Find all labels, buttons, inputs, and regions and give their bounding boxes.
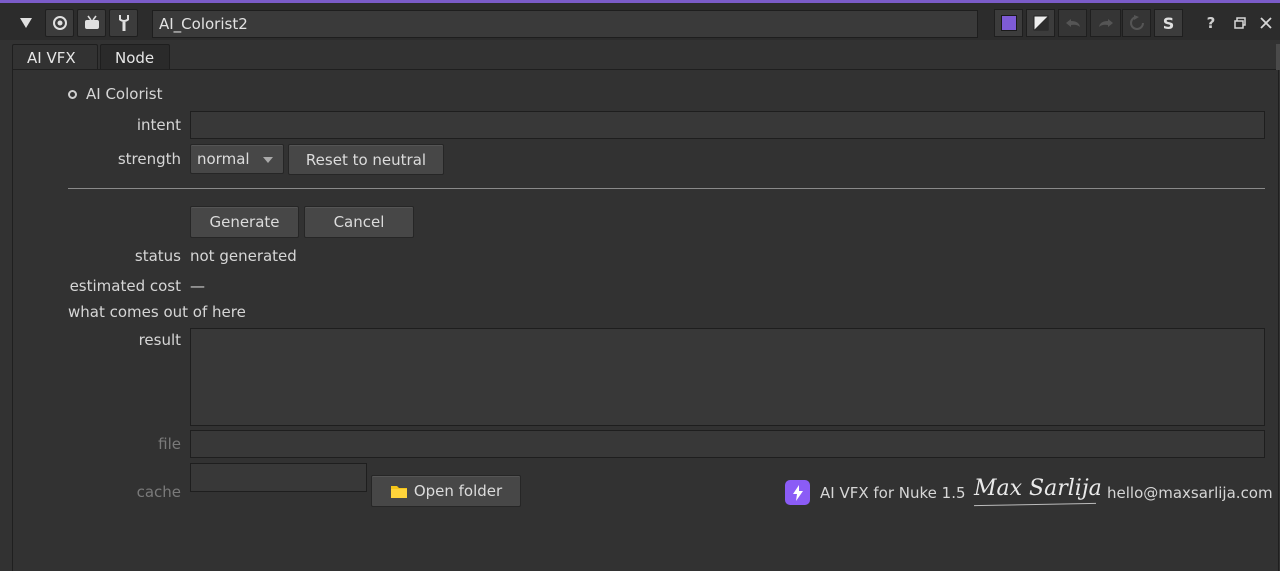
wrench-icon[interactable] [109,9,138,37]
gl-color-button[interactable] [1026,9,1055,37]
contact-email-link[interactable]: hello@maxsarlija.com [1107,484,1273,502]
intent-label: intent [136,116,181,134]
node-color-button[interactable] [994,9,1023,37]
lightning-icon [785,480,810,505]
tab-divider [12,69,1280,70]
status-label: status [134,247,181,265]
revert-button[interactable] [1122,9,1151,37]
redo-icon [1098,19,1113,27]
cache-label: cache [136,483,181,501]
product-name: AI VFX for Nuke 1.5 [820,484,966,502]
tab-node[interactable]: Node [100,44,170,70]
panel-border-left [12,70,13,571]
collapse-triangle-icon[interactable] [11,9,40,37]
file-label: file [158,435,181,453]
result-label: result [138,331,181,349]
strength-label: strength [117,150,181,168]
undo-icon [1065,19,1080,27]
tv-icon[interactable] [77,9,106,37]
script-button[interactable]: S [1154,9,1183,37]
strength-value: normal [197,150,250,168]
revert-icon [1129,15,1144,30]
folder-icon [390,485,407,498]
script-s-icon: S [1162,13,1175,33]
output-note: what comes out of here [68,303,246,321]
signature-underline [974,502,1096,507]
viewer-circle-icon[interactable] [45,9,74,37]
open-folder-button[interactable]: Open folder [371,475,521,507]
open-folder-label: Open folder [413,482,503,500]
section-divider [68,188,1265,189]
tab-ai-vfx[interactable]: AI VFX [12,44,98,70]
author-signature: Max Sarlija [974,476,1102,501]
scrollbar-handle[interactable] [1276,44,1280,70]
section-title: AI Colorist [86,85,163,103]
color-swatch-icon [1000,15,1017,31]
section-bullet-icon[interactable] [68,90,77,99]
file-input[interactable] [190,430,1265,458]
intent-input[interactable] [190,111,1265,139]
status-value: not generated [190,247,297,265]
reset-to-neutral-button[interactable]: Reset to neutral [288,144,444,175]
cancel-button[interactable]: Cancel [304,206,414,238]
float-window-icon[interactable] [1230,13,1250,33]
chevron-down-icon [263,157,273,163]
close-icon[interactable] [1256,13,1276,33]
cache-input[interactable] [190,463,367,492]
redo-button[interactable] [1090,9,1121,37]
strength-dropdown[interactable]: normal [190,144,284,174]
help-icon[interactable]: ? [1201,13,1221,33]
panel-border-right [1278,70,1279,571]
properties-title-bar: AI_Colorist2 S ? [0,3,1280,40]
diagonal-swatch-icon [1033,15,1048,31]
undo-button[interactable] [1058,9,1087,37]
estimated-cost-value: — [190,277,205,295]
estimated-cost-label: estimated cost [69,277,181,295]
result-textarea[interactable] [190,328,1265,426]
node-name-input[interactable]: AI_Colorist2 [152,10,978,38]
generate-button[interactable]: Generate [190,206,299,238]
